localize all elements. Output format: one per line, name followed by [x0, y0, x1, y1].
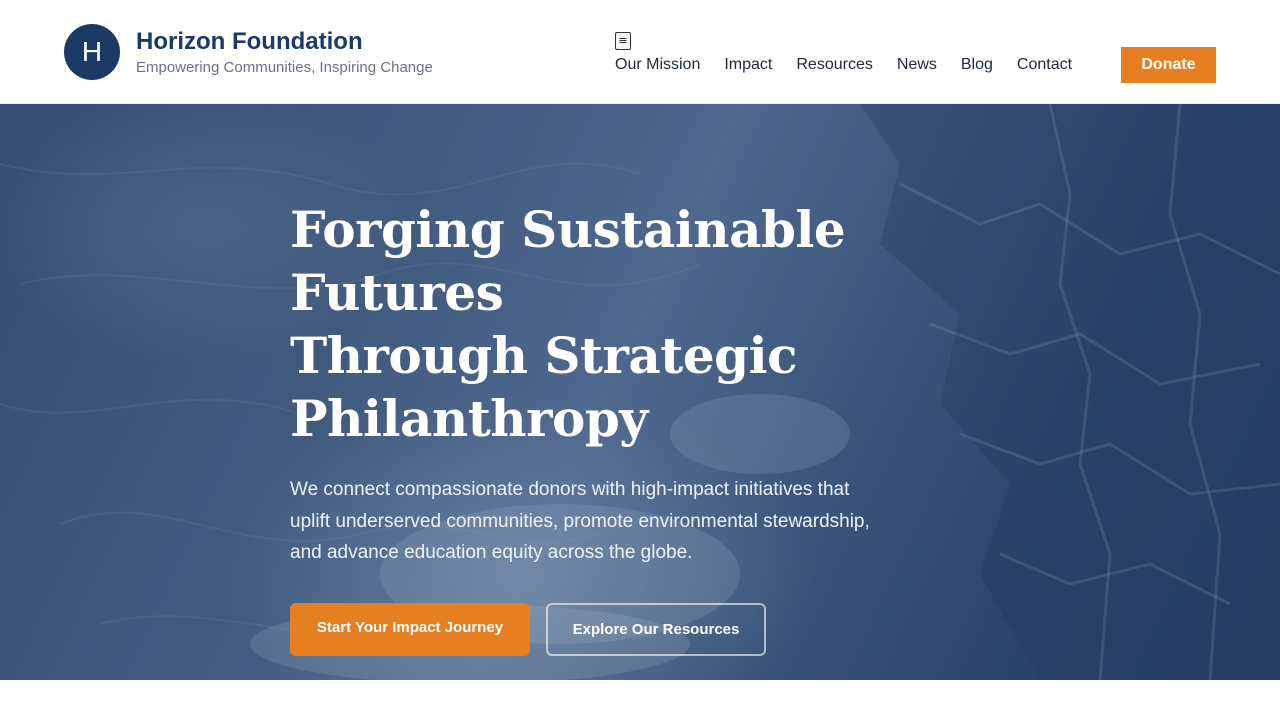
brand[interactable]: H Horizon Foundation Empowering Communit…	[64, 24, 433, 80]
nav-link-news[interactable]: News	[897, 56, 937, 74]
hero-title-line: Philanthropy	[290, 389, 648, 448]
brand-text: Horizon Foundation Empowering Communitie…	[136, 27, 433, 78]
hero-section: Forging Sustainable Futures Through Stra…	[0, 104, 1280, 680]
logo-mark: H	[64, 24, 120, 80]
brand-name[interactable]: Horizon Foundation	[136, 27, 433, 57]
explore-resources-button[interactable]: Explore Our Resources	[546, 602, 766, 656]
main-nav: Our Mission Impact Resources News Blog C…	[615, 54, 1096, 76]
hero-content: Forging Sustainable Futures Through Stra…	[290, 198, 1010, 656]
nav-link-resources[interactable]: Resources	[796, 56, 872, 74]
hero-title: Forging Sustainable Futures Through Stra…	[290, 198, 1010, 450]
nav-link-our-mission[interactable]: Our Mission	[615, 56, 700, 74]
hero-subtitle: We connect compassionate donors with hig…	[290, 479, 870, 563]
nav-link-impact[interactable]: Impact	[724, 56, 772, 74]
hero-title-line: Forging Sustainable Futures	[290, 200, 846, 322]
hero-title-line: Through Strategic	[290, 326, 798, 385]
start-impact-journey-button[interactable]: Start Your Impact Journey	[290, 602, 530, 656]
site-header: H Horizon Foundation Empowering Communit…	[0, 0, 1280, 104]
hero-actions: Start Your Impact Journey Explore Our Re…	[290, 602, 1010, 656]
nav-link-contact[interactable]: Contact	[1017, 56, 1072, 74]
nav-link-blog[interactable]: Blog	[961, 56, 993, 74]
donate-button[interactable]: Donate	[1121, 47, 1216, 83]
brand-tagline: Empowering Communities, Inspiring Change	[136, 58, 433, 76]
hamburger-menu-icon[interactable]: ≡	[615, 32, 631, 50]
